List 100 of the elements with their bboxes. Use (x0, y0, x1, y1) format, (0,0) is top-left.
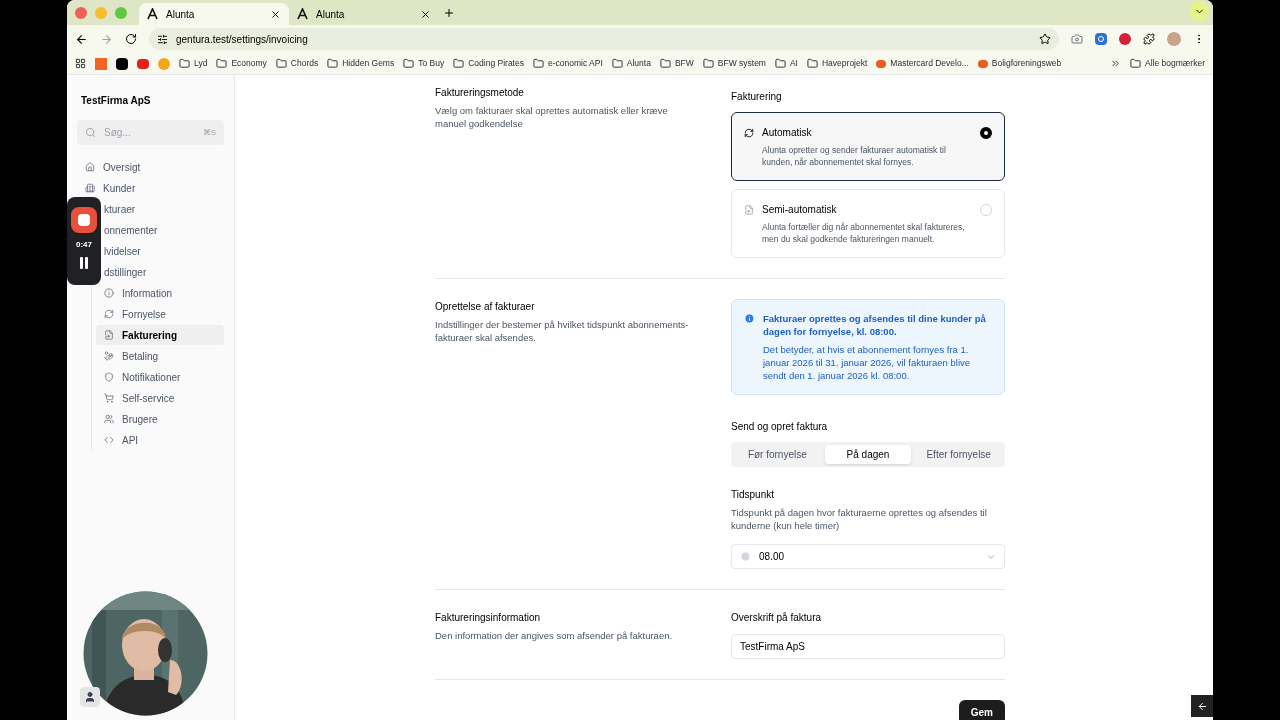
apps-icon[interactable] (75, 58, 86, 69)
bookmark[interactable]: BFW (674, 57, 694, 70)
folder-icon[interactable] (659, 58, 671, 69)
radio-button[interactable] (980, 126, 992, 139)
field-help: Tidspunkt på dagen hvor fakturaerne oprettes og afsendes til kunderne (kun hele timer) (731, 506, 988, 532)
all-bookmarks[interactable]: Alle bogmærker (1145, 57, 1205, 70)
tab-title: Alunta (316, 7, 346, 22)
extension-icon[interactable] (1119, 33, 1131, 45)
section-description: Den information der angives som afsender på fakturaen. (435, 629, 674, 642)
segment-tab[interactable]: På dagen (824, 445, 912, 464)
bookmark[interactable]: Mastercard Develo... (890, 57, 969, 70)
folder-icon[interactable] (611, 58, 623, 69)
folder-icon[interactable] (453, 58, 465, 69)
reload-icon[interactable] (125, 33, 137, 45)
folder-icon[interactable] (275, 58, 287, 69)
browser-tab[interactable]: Alunta (139, 3, 289, 25)
site-settings-icon[interactable] (157, 33, 168, 45)
bookmark[interactable]: BFW system (717, 57, 766, 70)
section-title: Faktureringsinformation (435, 611, 542, 625)
nav-item[interactable]: Information (96, 283, 224, 303)
option-title: Automatisk (762, 126, 813, 140)
refresh-icon (744, 127, 754, 138)
segment-tab[interactable]: Før fornyelse (734, 445, 821, 464)
serif-a-icon (147, 8, 158, 20)
folder-icon[interactable] (327, 58, 339, 69)
folder-icon[interactable] (216, 58, 228, 69)
option-card[interactable]: Automatisk Alunta opretter og sender fakturaer automatisk til kunden, når abonnementet skal fornyes. (731, 112, 1005, 181)
folder-icon[interactable] (532, 58, 544, 69)
folder-icon[interactable] (1130, 58, 1141, 69)
cart-icon (104, 393, 114, 403)
serif-a-icon (297, 8, 308, 20)
input-field[interactable]: TestFirma ApS (731, 634, 1005, 659)
nav-item[interactable]: Brugere (96, 409, 224, 429)
segment-tab[interactable]: Efter fornyelse (915, 445, 1002, 464)
bookmark[interactable]: AI (789, 57, 798, 70)
option-title: Semi-automatisk (762, 203, 838, 217)
tab-title: Alunta (166, 7, 196, 22)
back-icon[interactable] (75, 32, 88, 46)
nav-item[interactable]: Fakturering (96, 325, 224, 345)
section-description: Vælg om fakturaer skal oprettes automatisk eller kræve manuel godkendelse (435, 104, 669, 130)
user-button[interactable] (80, 687, 100, 707)
nav-item[interactable]: Betaling (96, 346, 224, 366)
info-icon (104, 288, 114, 298)
pause-icon[interactable] (79, 257, 89, 269)
field-label: Tidspunkt (731, 488, 775, 502)
nav-item[interactable]: Fornyelse (96, 304, 224, 324)
user-icon (84, 691, 96, 703)
nav-item[interactable]: Kunder (77, 178, 224, 198)
save-button[interactable]: Gem (958, 700, 1005, 720)
time-select[interactable]: 08.00 (731, 544, 1005, 569)
shield-icon (104, 372, 114, 382)
field-label: Overskrift på faktura (731, 611, 823, 625)
option-card[interactable]: Semi-automatisk Alunta fortæller dig når abonnementet skal faktureres, men du skal godkende faktureringen manuelt. (731, 189, 1005, 258)
arrow-left-icon (1196, 700, 1208, 712)
extension-icon[interactable] (1095, 33, 1107, 45)
nav-item[interactable]: lvidelser (104, 241, 224, 261)
folder-icon[interactable] (179, 58, 190, 69)
company-name: TestFirma ApS (80, 94, 152, 108)
bookmark[interactable]: e-conomic API (547, 57, 603, 70)
camera-icon[interactable] (1071, 33, 1083, 45)
bookmark[interactable]: Economy (231, 57, 267, 70)
nav-item[interactable]: Notifikationer (96, 367, 224, 387)
stop-button[interactable] (71, 207, 97, 233)
bookmark[interactable]: Chords (290, 57, 319, 70)
folder-icon[interactable] (702, 58, 714, 69)
field-label: Fakturering (731, 90, 783, 104)
close-icon[interactable] (270, 8, 281, 20)
section-title: Faktureringsmetode (435, 86, 525, 100)
nav-item[interactable]: API (96, 430, 224, 450)
bookmark[interactable]: Coding Pirates (468, 57, 524, 70)
back-arrow-button[interactable] (1191, 695, 1213, 717)
more-bookmarks-icon[interactable] (1110, 58, 1121, 69)
nav-item[interactable]: dstillinger (104, 262, 224, 282)
folder-icon[interactable] (807, 58, 818, 69)
nav-item[interactable]: Oversigt (77, 157, 224, 177)
new-tab-icon[interactable] (443, 7, 455, 19)
section-description: Indstillinger der bestemer på hvilket tidspunkt abonnements-fakturaer skal afsendes. (435, 318, 690, 344)
close-icon[interactable] (420, 8, 431, 20)
nav-item[interactable]: Self-service (96, 388, 224, 408)
star-icon[interactable] (1039, 33, 1051, 45)
info-title: Fakturaer oprettes og afsendes til dine kunder på dagen for fornyelse, kl. 08:00. (763, 312, 987, 338)
address-bar[interactable]: gentura.test/settings/invoicing (176, 31, 308, 47)
folder-icon[interactable] (403, 58, 415, 69)
bookmark[interactable]: Hidden Gems (342, 57, 395, 70)
file-icon (104, 330, 114, 340)
nav-item[interactable]: onnementer (104, 220, 224, 240)
bookmark[interactable]: To Buy (418, 57, 445, 70)
field-label: Send og opret faktura (731, 420, 829, 434)
bookmark[interactable]: Boligforeningsweb (991, 57, 1062, 70)
nav-item[interactable]: kturaer (104, 199, 224, 219)
site-icon[interactable] (116, 57, 128, 70)
browser-tab[interactable]: Alunta (289, 3, 439, 25)
bookmark[interactable]: Lyd (194, 57, 208, 70)
building-icon (85, 183, 95, 193)
bookmark[interactable]: Alunta (626, 57, 651, 70)
extensions-icon[interactable] (1143, 33, 1155, 45)
home-icon (85, 162, 95, 172)
code-icon (104, 435, 114, 445)
folder-icon[interactable] (774, 58, 786, 69)
bookmark[interactable]: Haveprojekt (822, 57, 868, 70)
